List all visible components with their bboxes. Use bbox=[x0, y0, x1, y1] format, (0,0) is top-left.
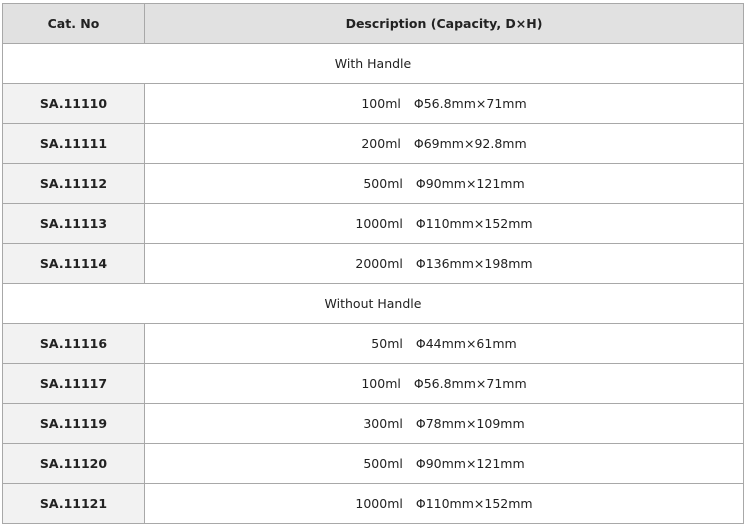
cat-no-cell: SA.11121 bbox=[2, 483, 145, 524]
description-cell: 100ml Φ56.8mm×71mm bbox=[144, 363, 744, 404]
dimension-value: Φ90mm×121mm bbox=[415, 456, 525, 471]
capacity-value: 500ml bbox=[363, 456, 403, 471]
table-row: SA.11120 500ml Φ90mm×121mm bbox=[2, 443, 744, 484]
capacity-value: 100ml bbox=[361, 376, 401, 391]
table-row: SA.11119 300ml Φ78mm×109mm bbox=[2, 403, 744, 444]
capacity-value: 50ml bbox=[371, 336, 403, 351]
header-cat-no: Cat. No bbox=[2, 3, 145, 44]
capacity-value: 200ml bbox=[361, 136, 401, 151]
dimension-value: Φ90mm×121mm bbox=[415, 176, 525, 191]
cat-no-cell: SA.11117 bbox=[2, 363, 145, 404]
table-row: SA.11121 1000ml Φ110mm×152mm bbox=[2, 483, 744, 524]
table-row: SA.11110 100ml Φ56.8mm×71mm bbox=[2, 83, 744, 124]
capacity-value: 100ml bbox=[361, 96, 401, 111]
table-row: SA.11114 2000ml Φ136mm×198mm bbox=[2, 243, 744, 284]
cat-no-cell: SA.11114 bbox=[2, 243, 145, 284]
table-header: Cat. No Description (Capacity, D×H) bbox=[2, 3, 744, 44]
section-title: Without Handle bbox=[2, 283, 744, 324]
cat-no-cell: SA.11119 bbox=[2, 403, 145, 444]
description-cell: 100ml Φ56.8mm×71mm bbox=[144, 83, 744, 124]
cat-no-cell: SA.11110 bbox=[2, 83, 145, 124]
description-cell: 500ml Φ90mm×121mm bbox=[144, 443, 744, 484]
dimension-value: Φ56.8mm×71mm bbox=[413, 96, 527, 111]
product-spec-table: Cat. No Description (Capacity, D×H) With… bbox=[2, 3, 744, 524]
capacity-value: 1000ml bbox=[355, 496, 403, 511]
section-row-without-handle: Without Handle bbox=[2, 283, 744, 324]
cat-no-cell: SA.11120 bbox=[2, 443, 145, 484]
dimension-value: Φ44mm×61mm bbox=[415, 336, 517, 351]
section-title: With Handle bbox=[2, 43, 744, 84]
description-cell: 1000ml Φ110mm×152mm bbox=[144, 203, 744, 244]
description-cell: 2000ml Φ136mm×198mm bbox=[144, 243, 744, 284]
capacity-value: 1000ml bbox=[355, 216, 403, 231]
table-body: With Handle SA.11110 100ml Φ56.8mm×71mm S… bbox=[2, 43, 744, 524]
capacity-value: 2000ml bbox=[355, 256, 403, 271]
dimension-value: Φ56.8mm×71mm bbox=[413, 376, 527, 391]
dimension-value: Φ78mm×109mm bbox=[415, 416, 525, 431]
dimension-value: Φ110mm×152mm bbox=[415, 496, 533, 511]
table-row: SA.11117 100ml Φ56.8mm×71mm bbox=[2, 363, 744, 404]
table-row: SA.11111 200ml Φ69mm×92.8mm bbox=[2, 123, 744, 164]
dimension-value: Φ69mm×92.8mm bbox=[413, 136, 527, 151]
table-row: SA.11113 1000ml Φ110mm×152mm bbox=[2, 203, 744, 244]
description-cell: 500ml Φ90mm×121mm bbox=[144, 163, 744, 204]
dimension-value: Φ110mm×152mm bbox=[415, 216, 533, 231]
cat-no-cell: SA.11111 bbox=[2, 123, 145, 164]
table-row: SA.11116 50ml Φ44mm×61mm bbox=[2, 323, 744, 364]
cat-no-cell: SA.11116 bbox=[2, 323, 145, 364]
description-cell: 50ml Φ44mm×61mm bbox=[144, 323, 744, 364]
description-cell: 300ml Φ78mm×109mm bbox=[144, 403, 744, 444]
description-cell: 1000ml Φ110mm×152mm bbox=[144, 483, 744, 524]
section-row-with-handle: With Handle bbox=[2, 43, 744, 84]
dimension-value: Φ136mm×198mm bbox=[415, 256, 533, 271]
capacity-value: 500ml bbox=[363, 176, 403, 191]
description-cell: 200ml Φ69mm×92.8mm bbox=[144, 123, 744, 164]
cat-no-cell: SA.11113 bbox=[2, 203, 145, 244]
capacity-value: 300ml bbox=[363, 416, 403, 431]
header-row: Cat. No Description (Capacity, D×H) bbox=[2, 3, 744, 44]
cat-no-cell: SA.11112 bbox=[2, 163, 145, 204]
header-description: Description (Capacity, D×H) bbox=[144, 3, 744, 44]
table-row: SA.11112 500ml Φ90mm×121mm bbox=[2, 163, 744, 204]
